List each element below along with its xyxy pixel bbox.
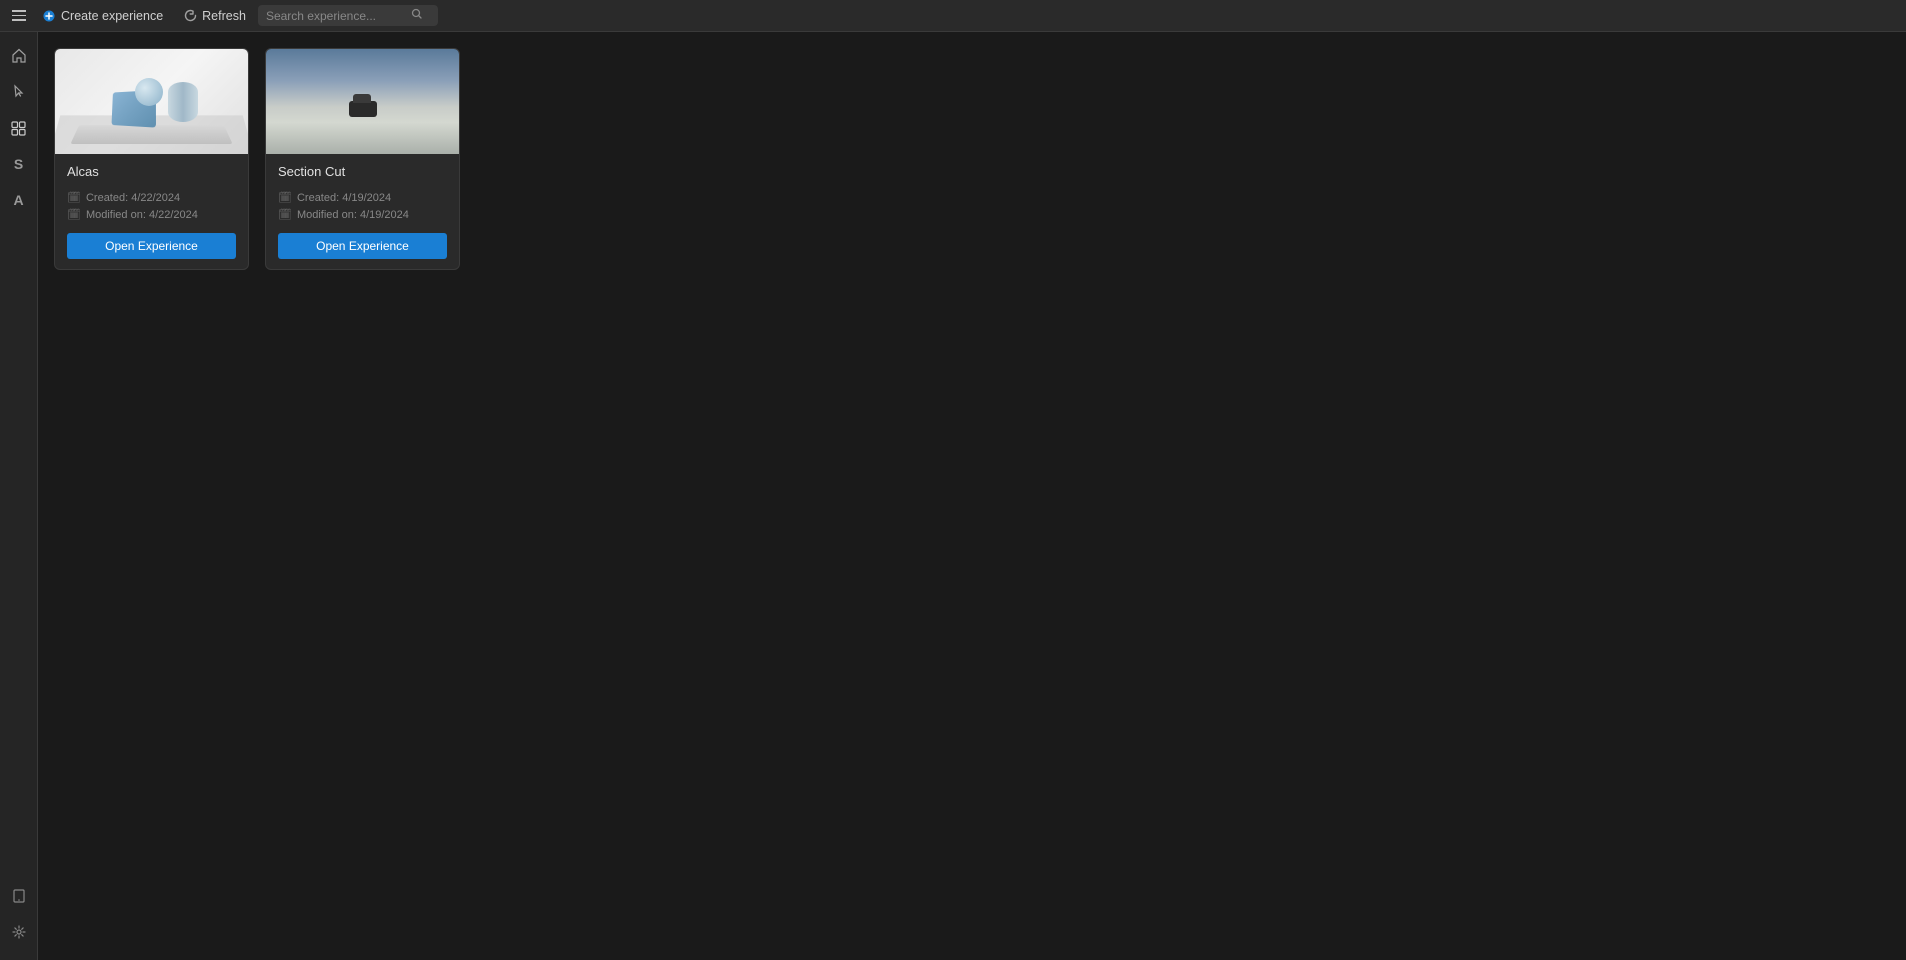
sidebar-item-settings[interactable] <box>3 916 35 948</box>
card-title-alcas: Alcas <box>67 164 236 179</box>
cards-grid: Alcas 🗓 Created: 4/22/2024 🗓 Modified on… <box>54 48 1890 270</box>
main-layout: 3D Data Library S A <box>0 32 1906 960</box>
calendar-icon-modified-alcas: 🗓 <box>67 208 81 221</box>
card-thumbnail-alcas <box>55 49 248 154</box>
menu-button[interactable] <box>8 6 30 25</box>
modified-date-section-cut: Modified on: 4/19/2024 <box>297 209 409 221</box>
experience-card-alcas[interactable]: Alcas 🗓 Created: 4/22/2024 🗓 Modified on… <box>54 48 249 270</box>
sidebar-item-phone[interactable] <box>3 880 35 912</box>
search-input[interactable] <box>266 9 406 23</box>
sidebar-item-a-tool[interactable]: A <box>3 184 35 216</box>
sidebar-item-cursor[interactable] <box>3 76 35 108</box>
sidebar-item-data-library[interactable]: 3D Data Library <box>3 112 35 144</box>
meta-created-alcas: 🗓 Created: 4/22/2024 <box>67 191 236 204</box>
card-meta-section-cut: 🗓 Created: 4/19/2024 🗓 Modified on: 4/19… <box>278 191 447 221</box>
calendar-icon-modified-section-cut: 🗓 <box>278 208 292 221</box>
open-experience-button-section-cut[interactable]: Open Experience <box>278 233 447 259</box>
refresh-label: Refresh <box>202 9 246 23</box>
card-meta-alcas: 🗓 Created: 4/22/2024 🗓 Modified on: 4/22… <box>67 191 236 221</box>
refresh-button[interactable]: Refresh <box>175 5 254 27</box>
card-thumbnail-section-cut <box>266 49 459 154</box>
created-date-alcas: Created: 4/22/2024 <box>86 192 180 204</box>
calendar-icon-created-section-cut: 🗓 <box>278 191 292 204</box>
content-area: Alcas 🗓 Created: 4/22/2024 🗓 Modified on… <box>38 32 1906 960</box>
card-body-alcas: Alcas 🗓 Created: 4/22/2024 🗓 Modified on… <box>55 154 248 269</box>
search-container[interactable] <box>258 5 438 26</box>
calendar-icon-created-alcas: 🗓 <box>67 191 81 204</box>
create-experience-label: Create experience <box>61 9 163 23</box>
refresh-icon <box>183 9 197 23</box>
modified-date-alcas: Modified on: 4/22/2024 <box>86 209 198 221</box>
sidebar-item-s-tool[interactable]: S <box>3 148 35 180</box>
topbar: Create experience Refresh <box>0 0 1906 32</box>
search-icon <box>411 8 423 23</box>
create-experience-button[interactable]: Create experience <box>34 5 171 27</box>
open-experience-button-alcas[interactable]: Open Experience <box>67 233 236 259</box>
card-body-section-cut: Section Cut 🗓 Created: 4/19/2024 🗓 Modif… <box>266 154 459 269</box>
vehicle-shape <box>349 101 377 117</box>
created-date-section-cut: Created: 4/19/2024 <box>297 192 391 204</box>
card-title-section-cut: Section Cut <box>278 164 447 179</box>
meta-created-section-cut: 🗓 Created: 4/19/2024 <box>278 191 447 204</box>
create-experience-icon <box>42 9 56 23</box>
sidebar: 3D Data Library S A <box>0 32 38 960</box>
meta-modified-alcas: 🗓 Modified on: 4/22/2024 <box>67 208 236 221</box>
meta-modified-section-cut: 🗓 Modified on: 4/19/2024 <box>278 208 447 221</box>
sidebar-item-home[interactable] <box>3 40 35 72</box>
experience-card-section-cut[interactable]: Section Cut 🗓 Created: 4/19/2024 🗓 Modif… <box>265 48 460 270</box>
